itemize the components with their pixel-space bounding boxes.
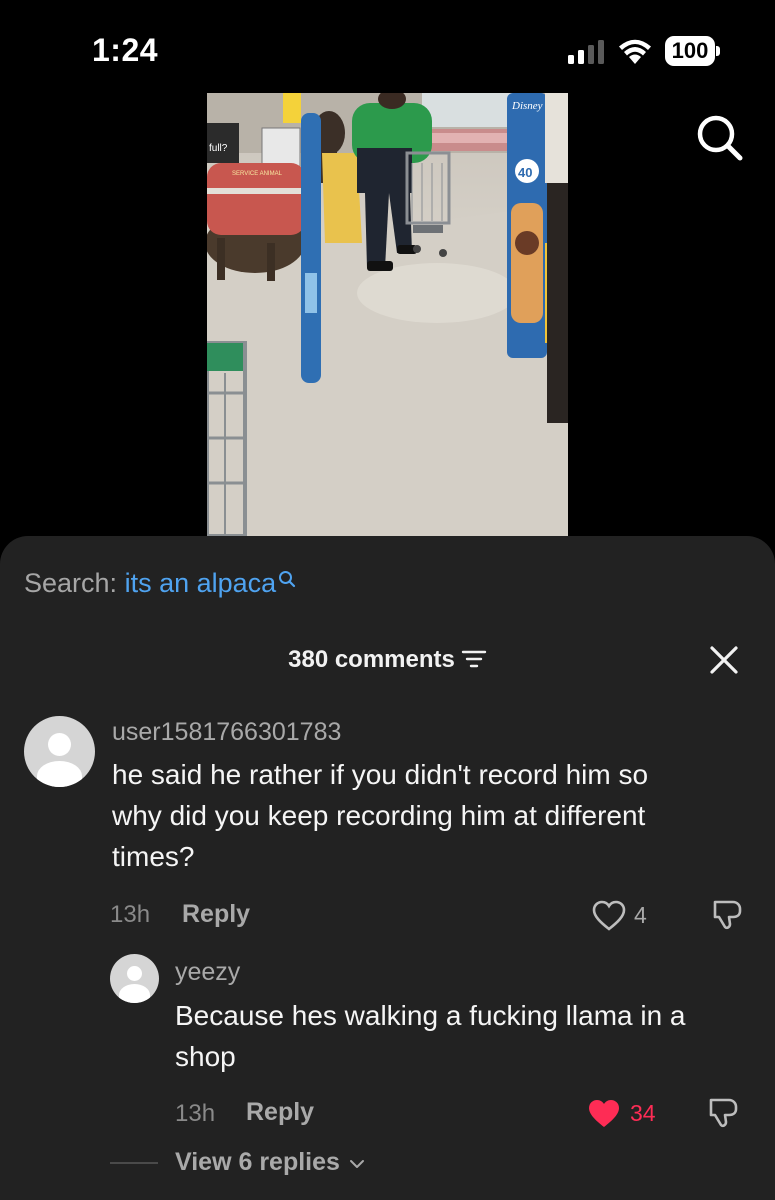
- dislike-icon[interactable]: [709, 898, 743, 932]
- video-frame: full? SERVICE ANIMAL 40 Disney: [207, 93, 568, 536]
- status-bar: 1:24 100: [0, 0, 775, 100]
- dislike-icon[interactable]: [705, 1096, 739, 1130]
- wall-sign-text: full?: [209, 143, 228, 154]
- status-time: 1:24: [92, 32, 159, 68]
- comments-sheet: Search: its an alpaca 380 comments user1…: [0, 536, 775, 1200]
- vest-label: SERVICE ANIMAL: [232, 171, 283, 177]
- search-icon[interactable]: [694, 112, 744, 162]
- small-search-icon: [279, 571, 296, 588]
- heart-filled-icon[interactable]: [586, 1098, 622, 1130]
- search-query-link[interactable]: its an alpaca: [125, 568, 277, 598]
- search-prefix: Search:: [24, 568, 118, 598]
- cellular-signal-icon: [568, 40, 604, 64]
- related-search[interactable]: Search: its an alpaca: [24, 568, 296, 599]
- reply-username[interactable]: yeezy: [175, 958, 240, 987]
- video-player[interactable]: full? SERVICE ANIMAL 40 Disney: [207, 93, 568, 536]
- comment-text: he said he rather if you didn't record h…: [112, 754, 648, 877]
- reply-line: shop: [175, 1041, 236, 1072]
- comment-line: he said he rather if you didn't record h…: [112, 759, 649, 790]
- divider: [110, 1162, 158, 1164]
- close-icon[interactable]: [708, 644, 740, 676]
- avatar[interactable]: [110, 954, 159, 1003]
- avatar[interactable]: [24, 716, 95, 787]
- chevron-down-icon: [349, 1160, 364, 1168]
- comment-line: why did you keep recording him at differ…: [112, 800, 646, 831]
- reply-text: Because hes walking a fucking llama in a…: [175, 995, 686, 1077]
- sort-filter-icon[interactable]: [461, 649, 487, 669]
- comment-age: 13h: [110, 901, 151, 928]
- reply-button[interactable]: Reply: [246, 1098, 314, 1127]
- heart-outline-icon[interactable]: [592, 900, 626, 932]
- display-number: 40: [518, 165, 532, 180]
- reply-age: 13h: [175, 1100, 216, 1127]
- like-count: 34: [630, 1100, 656, 1126]
- wifi-icon: [619, 39, 651, 64]
- comment-line: times?: [112, 841, 195, 872]
- battery-icon: 100: [665, 36, 721, 66]
- reply-button[interactable]: Reply: [182, 900, 250, 929]
- brand-text: Disney: [511, 100, 543, 112]
- view-replies-button[interactable]: View 6 replies: [175, 1148, 365, 1177]
- comment-username[interactable]: user1581766301783: [112, 718, 341, 747]
- reply-line: Because hes walking a fucking llama in a: [175, 1000, 686, 1031]
- comments-count: 380 comments: [288, 646, 455, 673]
- battery-level: 100: [665, 36, 715, 66]
- comments-count-header: 380 comments: [0, 646, 775, 674]
- view-replies-label: View 6 replies: [175, 1148, 340, 1176]
- like-count: 4: [634, 902, 647, 928]
